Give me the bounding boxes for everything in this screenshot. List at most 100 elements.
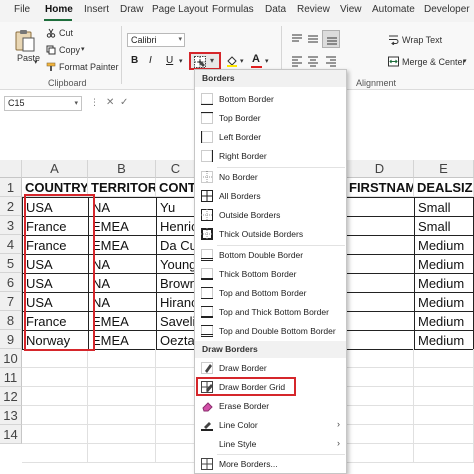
column-header-a[interactable]: A: [22, 160, 88, 178]
menu-insert[interactable]: Insert: [84, 4, 109, 15]
table-cell[interactable]: Hiranc: [156, 292, 196, 312]
menu-item-top-and-thick-bottom-border[interactable]: Top and Thick Bottom Border: [195, 303, 346, 322]
cancel-icon[interactable]: ✕: [106, 97, 114, 108]
fill-color-icon[interactable]: [226, 55, 238, 67]
table-cell[interactable]: Medium: [414, 311, 474, 331]
menu-data[interactable]: Data: [265, 4, 286, 15]
borders-button[interactable]: ▾: [189, 52, 221, 70]
table-cell[interactable]: [346, 311, 415, 331]
align-middle-icon[interactable]: [307, 33, 319, 45]
menu-item-draw-border[interactable]: Draw Border: [195, 359, 346, 378]
empty-cell[interactable]: [156, 406, 196, 425]
empty-cell[interactable]: [156, 387, 196, 406]
table-cell[interactable]: Henric: [156, 216, 196, 236]
row-header[interactable]: 14: [0, 425, 22, 444]
empty-cell[interactable]: [156, 368, 196, 387]
merge-center-chevron-icon[interactable]: ▾: [463, 57, 467, 65]
select-all-corner[interactable]: [0, 160, 22, 178]
empty-cell[interactable]: [414, 368, 474, 387]
empty-cell[interactable]: [88, 349, 156, 368]
empty-cell[interactable]: [22, 349, 88, 368]
empty-cell[interactable]: [22, 444, 88, 463]
align-bottom-button[interactable]: [322, 30, 340, 48]
empty-cell[interactable]: [22, 368, 88, 387]
empty-cell[interactable]: [22, 425, 88, 444]
table-cell[interactable]: EMEA: [88, 216, 157, 236]
empty-cell[interactable]: [346, 425, 414, 444]
empty-cell[interactable]: [88, 368, 156, 387]
table-cell[interactable]: Young: [156, 254, 196, 274]
name-box[interactable]: C15 ▾: [4, 96, 82, 111]
row-header[interactable]: 1: [0, 178, 22, 197]
table-cell[interactable]: NA: [88, 254, 157, 274]
align-center-icon[interactable]: [307, 55, 319, 67]
empty-cell[interactable]: [88, 387, 156, 406]
menu-item-left-border[interactable]: Left Border: [195, 128, 346, 147]
table-cell[interactable]: Brown: [156, 273, 196, 293]
table-cell[interactable]: [346, 254, 415, 274]
copy-icon[interactable]: [46, 45, 56, 55]
row-header[interactable]: 12: [0, 387, 22, 406]
menu-item-top-and-bottom-border[interactable]: Top and Bottom Border: [195, 284, 346, 303]
empty-cell[interactable]: [22, 406, 88, 425]
row-header[interactable]: 13: [0, 406, 22, 425]
row-header[interactable]: 4: [0, 235, 22, 254]
empty-cell[interactable]: [346, 406, 414, 425]
empty-cell[interactable]: [346, 368, 414, 387]
table-cell[interactable]: Medium: [414, 254, 474, 274]
column-header-b[interactable]: B: [88, 160, 156, 178]
menu-item-line-color[interactable]: Line Color ›: [195, 416, 346, 435]
underline-chevron-icon[interactable]: ▾: [179, 57, 183, 65]
cut-label[interactable]: Cut: [59, 28, 73, 38]
align-top-icon[interactable]: [291, 33, 303, 45]
copy-label[interactable]: Copy: [59, 45, 80, 55]
row-header[interactable]: 7: [0, 292, 22, 311]
menu-item-outside-borders[interactable]: Outside Borders: [195, 206, 346, 225]
paste-chevron-icon[interactable]: ▾: [34, 58, 38, 66]
menu-item-line-style[interactable]: Line Style ›: [195, 435, 346, 454]
table-cell[interactable]: [346, 273, 415, 293]
empty-cell[interactable]: [88, 406, 156, 425]
table-cell[interactable]: Medium: [414, 292, 474, 312]
empty-cell[interactable]: [346, 349, 414, 368]
menu-item-thick-bottom-border[interactable]: Thick Bottom Border: [195, 265, 346, 284]
empty-cell[interactable]: [156, 444, 196, 463]
header-cell-dealsize[interactable]: DEALSIZE: [414, 178, 474, 197]
menu-item-bottom-double-border[interactable]: Bottom Double Border: [195, 246, 346, 265]
table-cell[interactable]: EMEA: [88, 330, 157, 350]
menu-item-bottom-border[interactable]: Bottom Border: [195, 90, 346, 109]
menu-view[interactable]: View: [340, 4, 362, 15]
menu-item-more-borders[interactable]: More Borders...: [195, 455, 346, 474]
table-cell[interactable]: NA: [88, 273, 157, 293]
table-cell[interactable]: [346, 235, 415, 255]
row-header[interactable]: 9: [0, 330, 22, 349]
column-header-e[interactable]: E: [414, 160, 474, 178]
empty-cell[interactable]: [414, 425, 474, 444]
table-cell[interactable]: Medium: [414, 235, 474, 255]
row-header[interactable]: 11: [0, 368, 22, 387]
table-cell[interactable]: Saveli: [156, 311, 196, 331]
column-header-c[interactable]: C: [156, 160, 196, 178]
table-cell[interactable]: EMEA: [88, 311, 157, 331]
empty-cell[interactable]: [414, 349, 474, 368]
row-header[interactable]: 3: [0, 216, 22, 235]
table-cell[interactable]: Da Cu: [156, 235, 196, 255]
merge-center-label[interactable]: Merge & Center: [402, 57, 466, 67]
menu-item-right-border[interactable]: Right Border: [195, 147, 346, 166]
table-cell[interactable]: Medium: [414, 330, 474, 350]
menu-item-all-borders[interactable]: All Borders: [195, 187, 346, 206]
empty-cell[interactable]: [22, 387, 88, 406]
table-cell[interactable]: Oezta: [156, 330, 196, 350]
table-cell[interactable]: [346, 330, 415, 350]
menu-home[interactable]: Home: [45, 4, 73, 15]
menu-review[interactable]: Review: [297, 4, 330, 15]
cut-icon[interactable]: [46, 28, 56, 38]
wrap-text-label[interactable]: Wrap Text: [402, 35, 442, 45]
empty-cell[interactable]: [414, 387, 474, 406]
underline-button[interactable]: U: [166, 55, 173, 66]
italic-button[interactable]: I: [149, 55, 152, 66]
header-cell-territory[interactable]: TERRITORY: [88, 178, 156, 197]
table-cell[interactable]: Small: [414, 216, 474, 236]
table-cell[interactable]: Small: [414, 197, 474, 217]
menu-item-thick-outside-borders[interactable]: Thick Outside Borders: [195, 225, 346, 244]
